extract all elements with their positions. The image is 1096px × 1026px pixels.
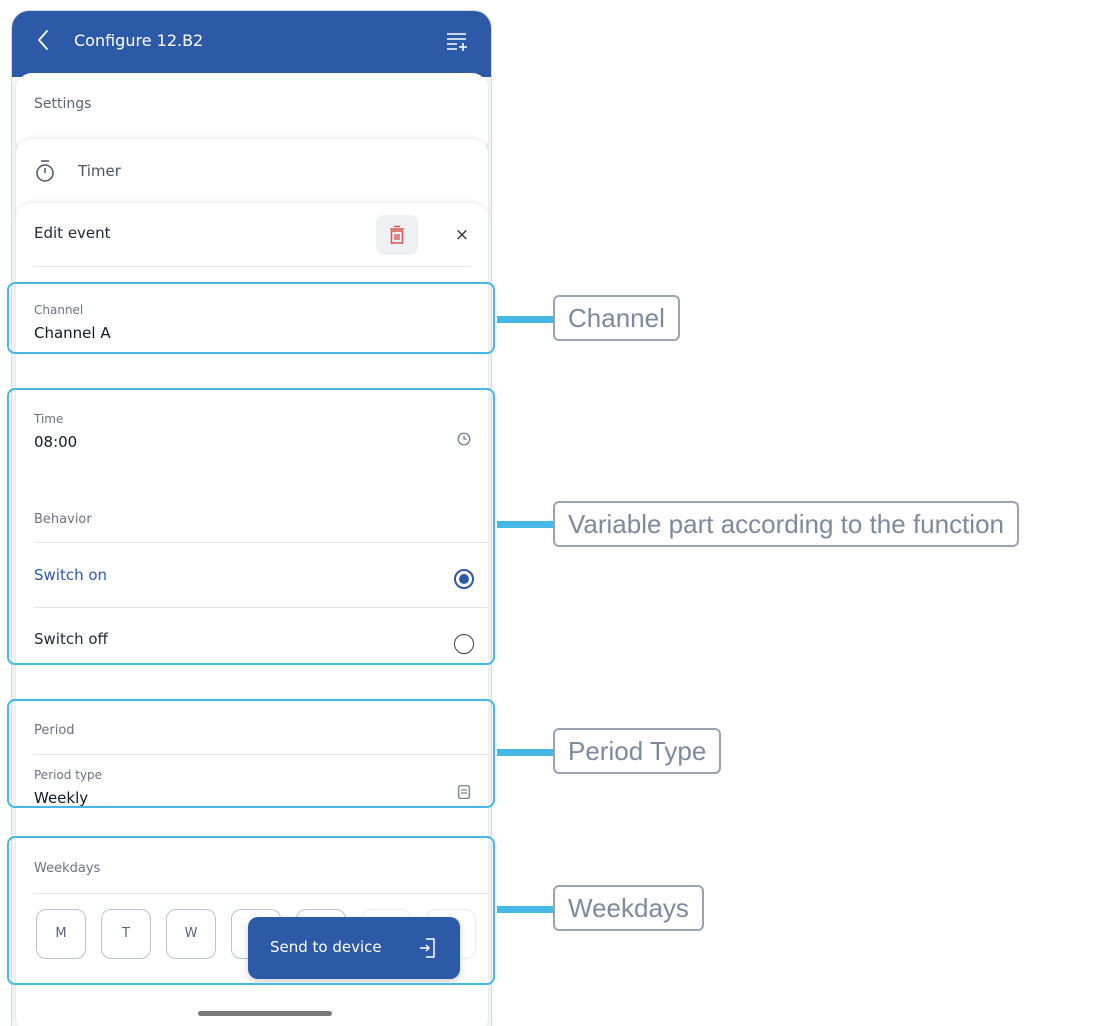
app-bar: Configure 12.B2 xyxy=(12,11,491,77)
channel-callout: Channel xyxy=(553,295,680,341)
channel-highlight-box xyxy=(7,282,495,354)
channel-connector xyxy=(497,316,555,323)
period-type-highlight-box xyxy=(7,699,495,808)
period-type-connector xyxy=(497,749,555,756)
variable-part-connector xyxy=(497,521,555,528)
weekdays-highlight-box xyxy=(7,836,495,985)
back-arrow-icon[interactable] xyxy=(32,25,56,55)
weekdays-callout: Weekdays xyxy=(553,885,704,931)
divider xyxy=(34,266,470,267)
trash-icon xyxy=(390,225,404,244)
edit-event-title: Edit event xyxy=(34,224,111,242)
weekdays-connector xyxy=(497,906,555,913)
delete-button[interactable] xyxy=(376,215,418,255)
period-type-callout: Period Type xyxy=(553,728,722,774)
add-list-icon[interactable] xyxy=(444,29,470,55)
page-title: Configure 12.B2 xyxy=(74,31,204,50)
variable-part-callout: Variable part according to the function xyxy=(553,501,1020,547)
close-icon[interactable]: × xyxy=(453,225,471,245)
stopwatch-icon xyxy=(36,160,54,182)
settings-label: Settings xyxy=(34,96,92,112)
variable-part-highlight-box xyxy=(7,388,495,665)
timer-label: Timer xyxy=(78,162,121,180)
home-indicator xyxy=(198,1011,332,1016)
